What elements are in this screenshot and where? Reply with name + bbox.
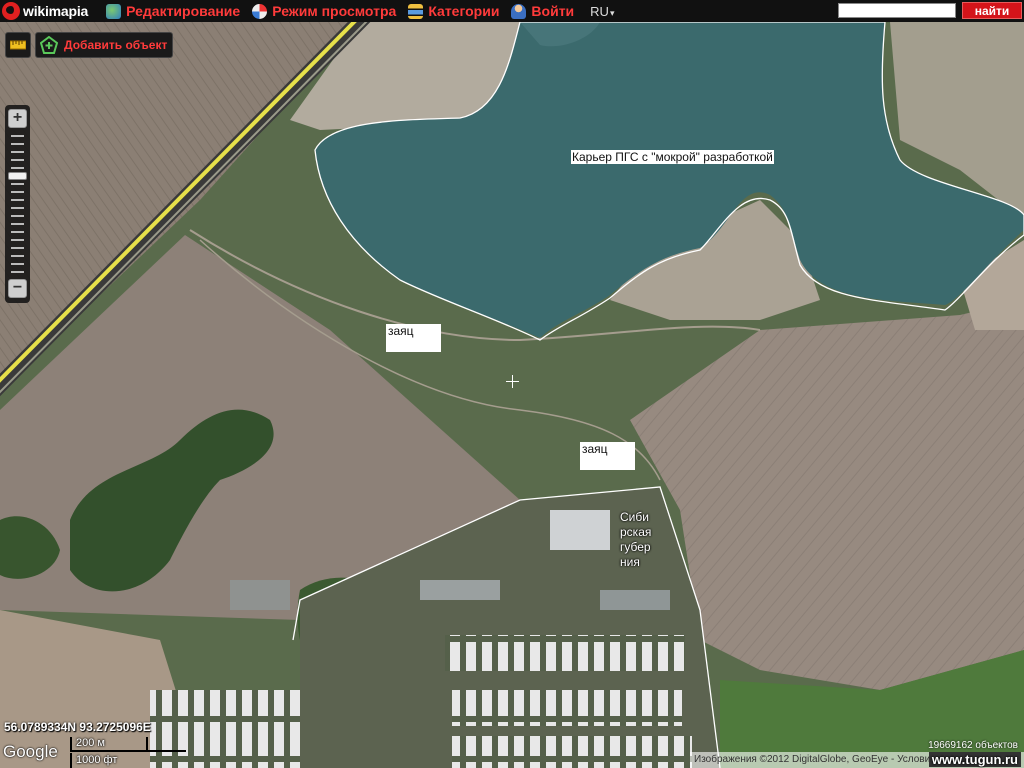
zoom-tick	[11, 247, 24, 249]
wikimapia-logo[interactable]: wikimapia	[0, 0, 94, 22]
logo-text: wikimapia	[23, 3, 89, 19]
menu-item-login[interactable]: Войти	[511, 0, 574, 22]
zoom-tick	[11, 231, 24, 233]
map-object-label-hare[interactable]: заяц	[386, 324, 441, 352]
object-count: 19669162 объектов	[928, 740, 1018, 751]
zoom-tick	[11, 135, 24, 137]
zoom-tick	[11, 191, 24, 193]
zoom-tick	[11, 183, 24, 185]
menu-item-edit-label: Редактирование	[126, 3, 241, 19]
zoom-tick	[11, 215, 24, 217]
add-object-icon	[40, 36, 58, 54]
map-object-label-gubernia[interactable]: Сибирская губерния	[620, 510, 652, 570]
ruler-icon	[10, 40, 26, 50]
zoom-tick	[11, 143, 24, 145]
menu-item-view-mode[interactable]: Режим просмотра	[252, 0, 396, 22]
zoom-tick	[11, 151, 24, 153]
compass-icon	[252, 3, 268, 19]
scale-imperial: 1000 фт	[76, 754, 118, 766]
globe-edit-icon	[106, 3, 122, 19]
crosshair-icon	[506, 375, 519, 388]
language-selector[interactable]: RU▾	[590, 4, 614, 19]
map-object-label-hare[interactable]: заяц	[580, 442, 635, 470]
zoom-out-button[interactable]: −	[8, 279, 27, 298]
zoom-tick	[11, 199, 24, 201]
wikimapia-logo-icon	[2, 2, 20, 20]
map-object-label-quarry[interactable]: Карьер ПГС с "мокрой" разработкой	[571, 150, 774, 164]
google-logo: Google	[3, 742, 58, 761]
chevron-down-icon: ▾	[609, 7, 615, 18]
zoom-tick	[11, 207, 24, 209]
zoom-slider-handle[interactable]	[8, 171, 27, 180]
zoom-tick	[11, 271, 24, 273]
add-object-label: Добавить объект	[64, 38, 168, 52]
language-value: RU	[590, 3, 609, 19]
zoom-tick	[11, 263, 24, 265]
menu-item-edit[interactable]: Редактирование	[106, 0, 240, 22]
zoom-in-button[interactable]: +	[8, 109, 27, 128]
watermark: www.tugun.ru	[928, 752, 1021, 767]
menu-item-categories[interactable]: Категории	[408, 0, 499, 22]
user-icon	[511, 3, 527, 19]
zoom-tick	[11, 159, 24, 161]
menu-item-view-mode-label: Режим просмотра	[272, 3, 397, 19]
zoom-control: + −	[5, 105, 30, 303]
search-button[interactable]: найти	[962, 2, 1022, 19]
zoom-tick	[11, 167, 24, 169]
menu-item-login-label: Войти	[531, 3, 575, 19]
categories-icon	[408, 3, 424, 19]
zoom-tick	[11, 239, 24, 241]
cursor-coordinates: 56.0789334N 93.2725096E	[4, 720, 151, 734]
menu-item-categories-label: Категории	[428, 3, 500, 19]
top-navigation-bar: wikimapia Редактирование Режим просмотра…	[0, 0, 1024, 22]
zoom-tick	[11, 223, 24, 225]
scale-bar: 200 м 1000 фт	[70, 737, 186, 768]
scale-metric: 200 м	[76, 737, 105, 749]
add-object-button[interactable]: Добавить объект	[35, 32, 173, 58]
zoom-tick	[11, 255, 24, 257]
ruler-button[interactable]	[5, 32, 31, 58]
search-input[interactable]	[838, 3, 956, 18]
